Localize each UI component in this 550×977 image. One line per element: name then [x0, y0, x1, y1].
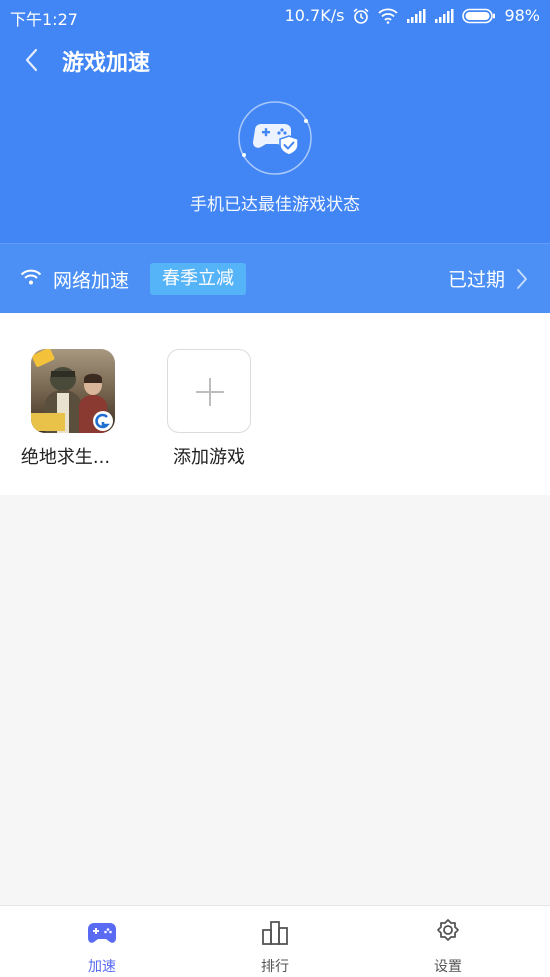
alarm-icon [352, 7, 370, 25]
status-bar: 下午1:27 10.7K/s 98% [0, 0, 550, 32]
subscription-status: 已过期 [447, 269, 505, 291]
page-title: 游戏加速 [62, 51, 151, 76]
status-right: 10.7K/s 98% [285, 6, 540, 25]
signal-icon-2 [434, 8, 454, 23]
bottom-tab-bar: 加速 排行 设置 [0, 905, 550, 977]
add-game-label: 添加游戏 [173, 447, 245, 468]
header-area: 下午1:27 10.7K/s 98% 游戏加速 手机已达最佳游戏状态 网络加速 … [0, 0, 550, 313]
chevron-left-icon [25, 48, 38, 72]
ranking-icon [262, 921, 288, 945]
back-button[interactable] [20, 46, 44, 74]
wifi-icon [20, 269, 42, 285]
wifi-status-icon [378, 8, 399, 24]
signal-icon-1 [406, 8, 426, 23]
pubg-game-icon[interactable] [31, 349, 115, 433]
battery-icon [462, 8, 496, 24]
battery-percent: 98% [504, 6, 540, 25]
add-game-box[interactable] [167, 349, 251, 433]
network-acceleration-label: 网络加速 [53, 270, 130, 292]
network-acceleration-bar[interactable]: 网络加速 春季立减 已过期 [0, 243, 550, 313]
tab-accelerate[interactable]: 加速 [52, 918, 152, 976]
status-time: 下午1:27 [10, 10, 78, 29]
tab-label: 排行 [261, 959, 289, 975]
device-status-text: 手机已达最佳游戏状态 [190, 195, 360, 215]
game-list: 绝地求生... 添加游戏 [0, 313, 550, 495]
chevron-right-icon [517, 269, 527, 289]
tab-ranking[interactable]: 排行 [225, 918, 325, 976]
settings-icon [437, 919, 459, 941]
gamepad-shield-icon [237, 100, 313, 176]
plus-icon [196, 378, 224, 406]
tab-label: 设置 [434, 959, 462, 975]
network-speed: 10.7K/s [284, 6, 345, 25]
title-bar: 游戏加速 [0, 40, 550, 80]
game-item-pubg[interactable]: 绝地求生... [18, 349, 128, 469]
add-game-button[interactable]: 添加游戏 [154, 349, 264, 469]
tab-label: 加速 [88, 959, 116, 975]
game-name: 绝地求生... [20, 447, 111, 468]
gamepad-icon [88, 923, 116, 943]
promo-badge[interactable]: 春季立减 [150, 263, 246, 295]
tab-settings[interactable]: 设置 [398, 918, 498, 976]
